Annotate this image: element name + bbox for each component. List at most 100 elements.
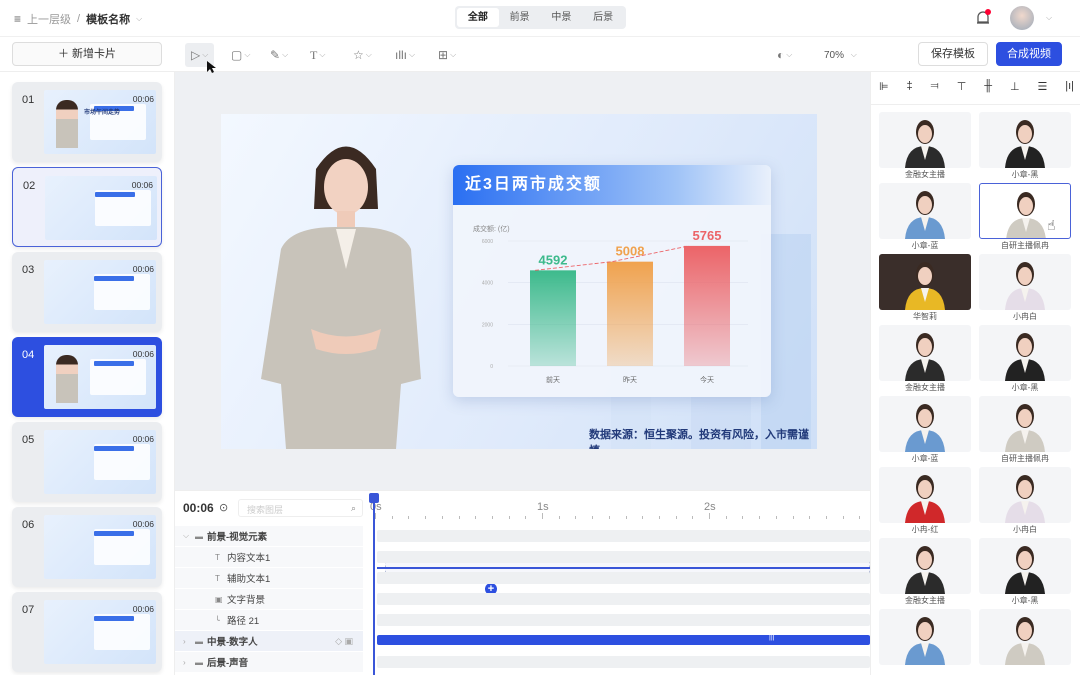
layer-track[interactable]: [377, 551, 870, 563]
avatar-thumbnail: [979, 112, 1071, 168]
layer-row[interactable]: T 内容文本1: [175, 547, 363, 567]
layer-track[interactable]: [377, 530, 870, 542]
avatar[interactable]: [1010, 6, 1034, 30]
avatar-card[interactable]: [979, 254, 1071, 310]
layer-row[interactable]: ╰ 路径 21: [175, 610, 363, 630]
table-tool[interactable]: ⊞⌵: [438, 43, 456, 67]
chevron-right-icon[interactable]: ›: [183, 658, 186, 667]
add-card-button[interactable]: ＋ 新增卡片: [12, 42, 162, 66]
drag-handle-icon[interactable]: |||: [769, 634, 774, 641]
search-placeholder: 搜索图层: [247, 505, 283, 515]
chevron-down-icon[interactable]: ⌵: [136, 14, 142, 24]
align-center-h-icon[interactable]: ‡: [907, 80, 913, 93]
avatar-name: 小冉-红: [879, 525, 971, 535]
avatar-card[interactable]: [879, 396, 971, 452]
menu-icon[interactable]: ≡: [14, 12, 21, 26]
layer-name: 中景-数字人: [207, 634, 258, 648]
search-layers-input[interactable]: 搜索图层⌕: [238, 499, 363, 517]
avatar-card[interactable]: [879, 325, 971, 381]
template-name[interactable]: 模板名称: [86, 11, 130, 27]
slide-card[interactable]: 02 00:06: [12, 167, 162, 247]
compose-video-button[interactable]: 合成视频: [996, 42, 1062, 66]
layer-track[interactable]: [377, 656, 870, 668]
layer-row[interactable]: ▣ 文字背景: [175, 589, 363, 609]
avatar-name: 金融女主播: [879, 596, 971, 606]
layer-name: 辅助文本1: [227, 571, 270, 585]
avatar-card[interactable]: [879, 183, 971, 239]
chart-panel[interactable]: 近3日两市成交额 成交额: (亿) 02000400060004592前天500…: [453, 165, 771, 397]
avatar-card[interactable]: [879, 538, 971, 594]
shape-tool[interactable]: ▢⌵: [231, 43, 250, 67]
slide-title: 市场午间走势: [84, 107, 120, 116]
avatar-card[interactable]: [979, 112, 1071, 168]
avatar-card[interactable]: [879, 254, 971, 310]
play-icon[interactable]: ⊙: [219, 501, 228, 514]
tab-midground[interactable]: 中景: [541, 8, 583, 27]
star-icon: ☆: [353, 48, 364, 62]
chevron-down-icon[interactable]: ⌵: [1046, 13, 1052, 23]
slide-card[interactable]: 03 00:06: [12, 252, 162, 332]
avatar-name: 小冉白: [979, 312, 1071, 322]
layer-row[interactable]: › ▬ 后景-声音: [175, 652, 363, 672]
layer-row[interactable]: › ▬ 中景-数字人 ◇ ▣: [175, 631, 363, 651]
folder-icon: ▬: [195, 532, 203, 541]
align-right-icon[interactable]: ⫤: [931, 80, 939, 93]
avatar-name: 小章-蓝: [879, 454, 971, 464]
distribute-h-icon[interactable]: |ı|: [1065, 80, 1074, 93]
text-tool[interactable]: T⌵: [310, 43, 325, 67]
avatar-thumbnail: [979, 538, 1071, 594]
zoom-select[interactable]: 70% ⌵: [824, 43, 857, 67]
layer-row[interactable]: ⌵ ▬ 前景-视觉元素: [175, 526, 363, 546]
avatar-card[interactable]: [879, 609, 971, 665]
time-ruler[interactable]: 0s1s2s: [370, 491, 870, 521]
slide-card[interactable]: 04 00:06: [12, 337, 162, 417]
distribute-v-icon[interactable]: ☰: [1037, 80, 1047, 93]
contrast-tool[interactable]: ◐⌵: [777, 43, 792, 67]
avatar-card[interactable]: [979, 538, 1071, 594]
slide-card[interactable]: 05 00:06: [12, 422, 162, 502]
playhead-handle[interactable]: [369, 493, 379, 503]
avatar-card[interactable]: [979, 183, 1071, 239]
pen-tool[interactable]: ✎⌵: [270, 43, 288, 67]
tick-mark: [425, 516, 426, 519]
layer-actions[interactable]: ◇ ▣: [335, 636, 353, 647]
slide-card[interactable]: 01 市场午间走势 00:06: [12, 82, 162, 162]
layer-track[interactable]: [377, 593, 870, 605]
slide-duration: 00:06: [133, 519, 154, 529]
tab-all[interactable]: 全部: [457, 8, 499, 27]
align-top-icon[interactable]: ⊤: [957, 80, 967, 93]
chevron-right-icon[interactable]: ›: [183, 637, 186, 646]
align-bottom-icon[interactable]: ⊥: [1010, 80, 1020, 93]
chevron-down-icon: ⌵: [786, 50, 792, 60]
tick-mark: [609, 516, 610, 519]
layer-track[interactable]: [377, 572, 870, 584]
avatar-card[interactable]: [979, 396, 1071, 452]
layer-track[interactable]: [377, 614, 870, 626]
zoom-value: 70%: [824, 50, 844, 61]
avatar-card[interactable]: [979, 467, 1071, 523]
layer-track[interactable]: |||: [377, 635, 870, 645]
text-icon: T: [215, 553, 220, 562]
tab-background[interactable]: 后景: [582, 8, 624, 27]
align-middle-v-icon[interactable]: ╫: [984, 80, 992, 93]
source-note: 数据来源：恒生聚源。投资有风险，入市需谨慎。: [589, 426, 817, 449]
align-left-icon[interactable]: ⊫: [879, 80, 889, 93]
playhead[interactable]: [373, 493, 375, 675]
tick-mark: [626, 516, 627, 519]
slide-card[interactable]: 07 00:06: [12, 592, 162, 672]
tick-mark: [559, 516, 560, 519]
tab-foreground[interactable]: 前景: [499, 8, 541, 27]
chevron-down-icon: ⌵: [366, 50, 372, 60]
avatar-card[interactable]: [879, 467, 971, 523]
bell-icon[interactable]: [975, 9, 991, 30]
save-template-button[interactable]: 保存模板: [918, 42, 988, 66]
breadcrumb-parent[interactable]: 上一层级: [27, 11, 71, 27]
avatar-card[interactable]: [979, 325, 1071, 381]
avatar-card[interactable]: [979, 609, 1071, 665]
chevron-down-icon[interactable]: ⌵: [183, 531, 189, 541]
slide-card[interactable]: 06 00:06: [12, 507, 162, 587]
avatar-card[interactable]: [879, 112, 971, 168]
layer-row[interactable]: T 辅助文本1: [175, 568, 363, 588]
effects-tool[interactable]: ☆⌵: [353, 43, 372, 67]
chart-tool[interactable]: ıllı⌵: [395, 43, 415, 67]
